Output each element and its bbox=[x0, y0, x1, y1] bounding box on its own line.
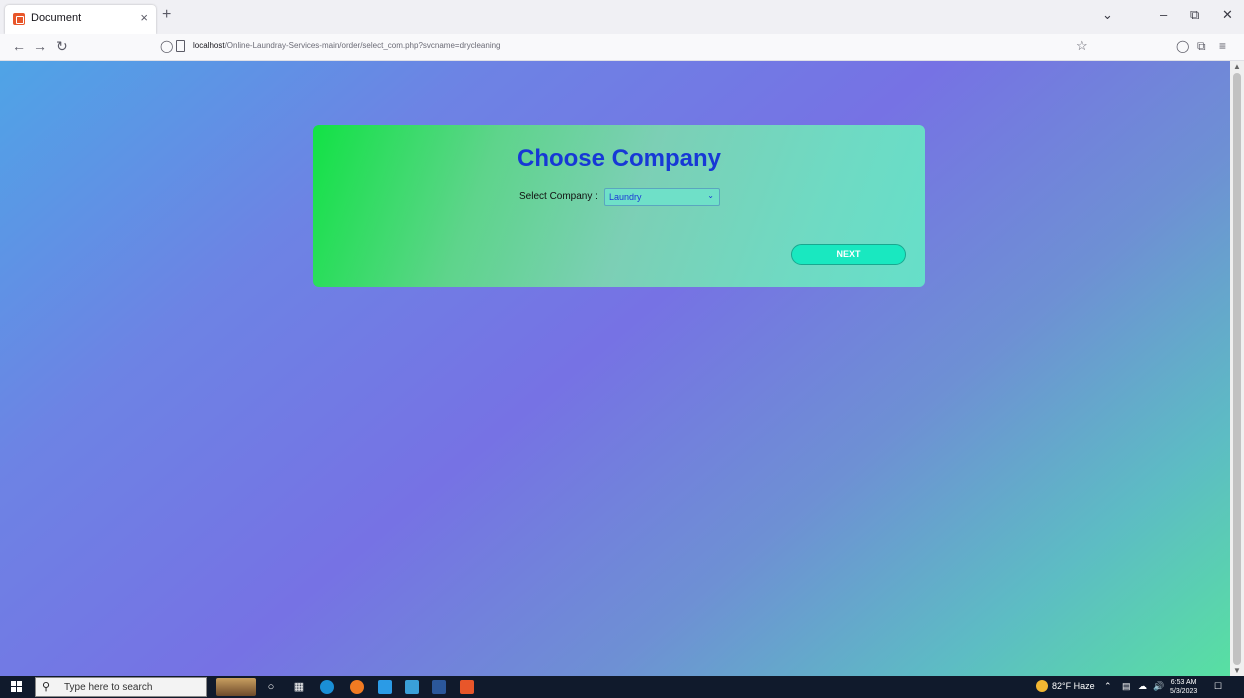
bookmark-star-icon[interactable]: ☆ bbox=[1076, 38, 1088, 54]
cortana-icon[interactable]: ○ bbox=[264, 680, 278, 694]
windows-start-icon[interactable] bbox=[11, 681, 23, 693]
task-view-icon[interactable]: ▦ bbox=[292, 680, 306, 694]
word-icon[interactable] bbox=[432, 680, 446, 694]
page-scrollbar[interactable]: ▲ ▼ bbox=[1230, 61, 1244, 676]
scroll-down-icon[interactable]: ▼ bbox=[1233, 666, 1241, 675]
scroll-up-icon[interactable]: ▲ bbox=[1233, 62, 1241, 71]
list-tabs-icon[interactable]: ⌄ bbox=[1102, 7, 1113, 23]
search-placeholder: Type here to search bbox=[64, 682, 153, 693]
taskbar-search-box[interactable]: ⚲ Type here to search bbox=[35, 677, 207, 697]
firefox-icon[interactable] bbox=[350, 680, 364, 694]
tracking-shield-icon[interactable]: ◯ bbox=[160, 39, 173, 53]
network-icon[interactable]: ▤ bbox=[1122, 681, 1131, 692]
taskbar-clock[interactable]: 6:53 AM 5/3/2023 bbox=[1170, 678, 1197, 696]
page-info-icon[interactable] bbox=[176, 40, 185, 52]
back-icon[interactable]: ← bbox=[12, 38, 26, 54]
search-icon: ⚲ bbox=[42, 681, 51, 693]
company-select-value: Laundry bbox=[609, 192, 642, 202]
next-button[interactable]: NEXT bbox=[791, 244, 906, 265]
select-company-label: Select Company : bbox=[519, 191, 598, 202]
forward-icon[interactable]: → bbox=[33, 38, 47, 54]
weather-icon[interactable] bbox=[1036, 680, 1048, 692]
page-title: Choose Company bbox=[516, 145, 722, 172]
search-highlight-image[interactable] bbox=[216, 678, 256, 696]
address-bar[interactable]: ◯ localhost/Online-Laundray-Services-mai… bbox=[150, 36, 1100, 58]
xampp-favicon-icon bbox=[13, 13, 25, 25]
restore-icon[interactable]: ⧉ bbox=[1190, 7, 1199, 23]
clock-time: 6:53 AM bbox=[1170, 679, 1197, 686]
extensions-icon[interactable]: ⧉ bbox=[1197, 39, 1206, 54]
cloud-icon[interactable]: ☁ bbox=[1138, 681, 1147, 692]
browser-nav-bar: ← → ↻ ◯ localhost/Online-Laundray-Servic… bbox=[0, 34, 1244, 61]
menu-icon[interactable]: ≡ bbox=[1219, 39, 1226, 53]
store-icon[interactable] bbox=[405, 680, 419, 694]
clock-date: 5/3/2023 bbox=[1170, 688, 1198, 695]
browser-tab-bar: Document × + ⌄ – ⧉ ✕ bbox=[0, 0, 1244, 34]
notifications-icon[interactable]: ☐ bbox=[1214, 681, 1222, 692]
browser-tab[interactable]: Document × bbox=[5, 5, 156, 34]
xampp-icon[interactable] bbox=[460, 680, 474, 694]
scroll-thumb[interactable] bbox=[1233, 73, 1241, 665]
company-select[interactable]: Laundry ⌄ bbox=[604, 188, 720, 206]
edge-icon[interactable] bbox=[320, 680, 334, 694]
volume-icon[interactable]: 🔊 bbox=[1153, 681, 1164, 692]
windows-taskbar: ⚲ Type here to search ○ ▦ 82°F Haze ⌃ ▤ … bbox=[0, 676, 1244, 698]
tray-chevron-up-icon[interactable]: ⌃ bbox=[1104, 681, 1112, 692]
pocket-icon[interactable]: ◯ bbox=[1176, 39, 1189, 53]
new-tab-icon[interactable]: + bbox=[162, 6, 171, 24]
chevron-down-icon: ⌄ bbox=[707, 191, 714, 200]
minimize-icon[interactable]: – bbox=[1160, 7, 1167, 22]
mail-icon[interactable] bbox=[378, 680, 392, 694]
tab-title: Document bbox=[31, 12, 82, 24]
close-tab-icon[interactable]: × bbox=[140, 10, 148, 25]
page-viewport: Choose Company Select Company : Laundry … bbox=[0, 61, 1230, 676]
reload-icon[interactable]: ↻ bbox=[56, 38, 68, 55]
close-window-icon[interactable]: ✕ bbox=[1222, 7, 1233, 23]
weather-text[interactable]: 82°F Haze bbox=[1052, 681, 1095, 691]
choose-company-card: Choose Company Select Company : Laundry … bbox=[313, 125, 925, 287]
url-text[interactable]: localhost/Online-Laundray-Services-main/… bbox=[193, 41, 501, 50]
